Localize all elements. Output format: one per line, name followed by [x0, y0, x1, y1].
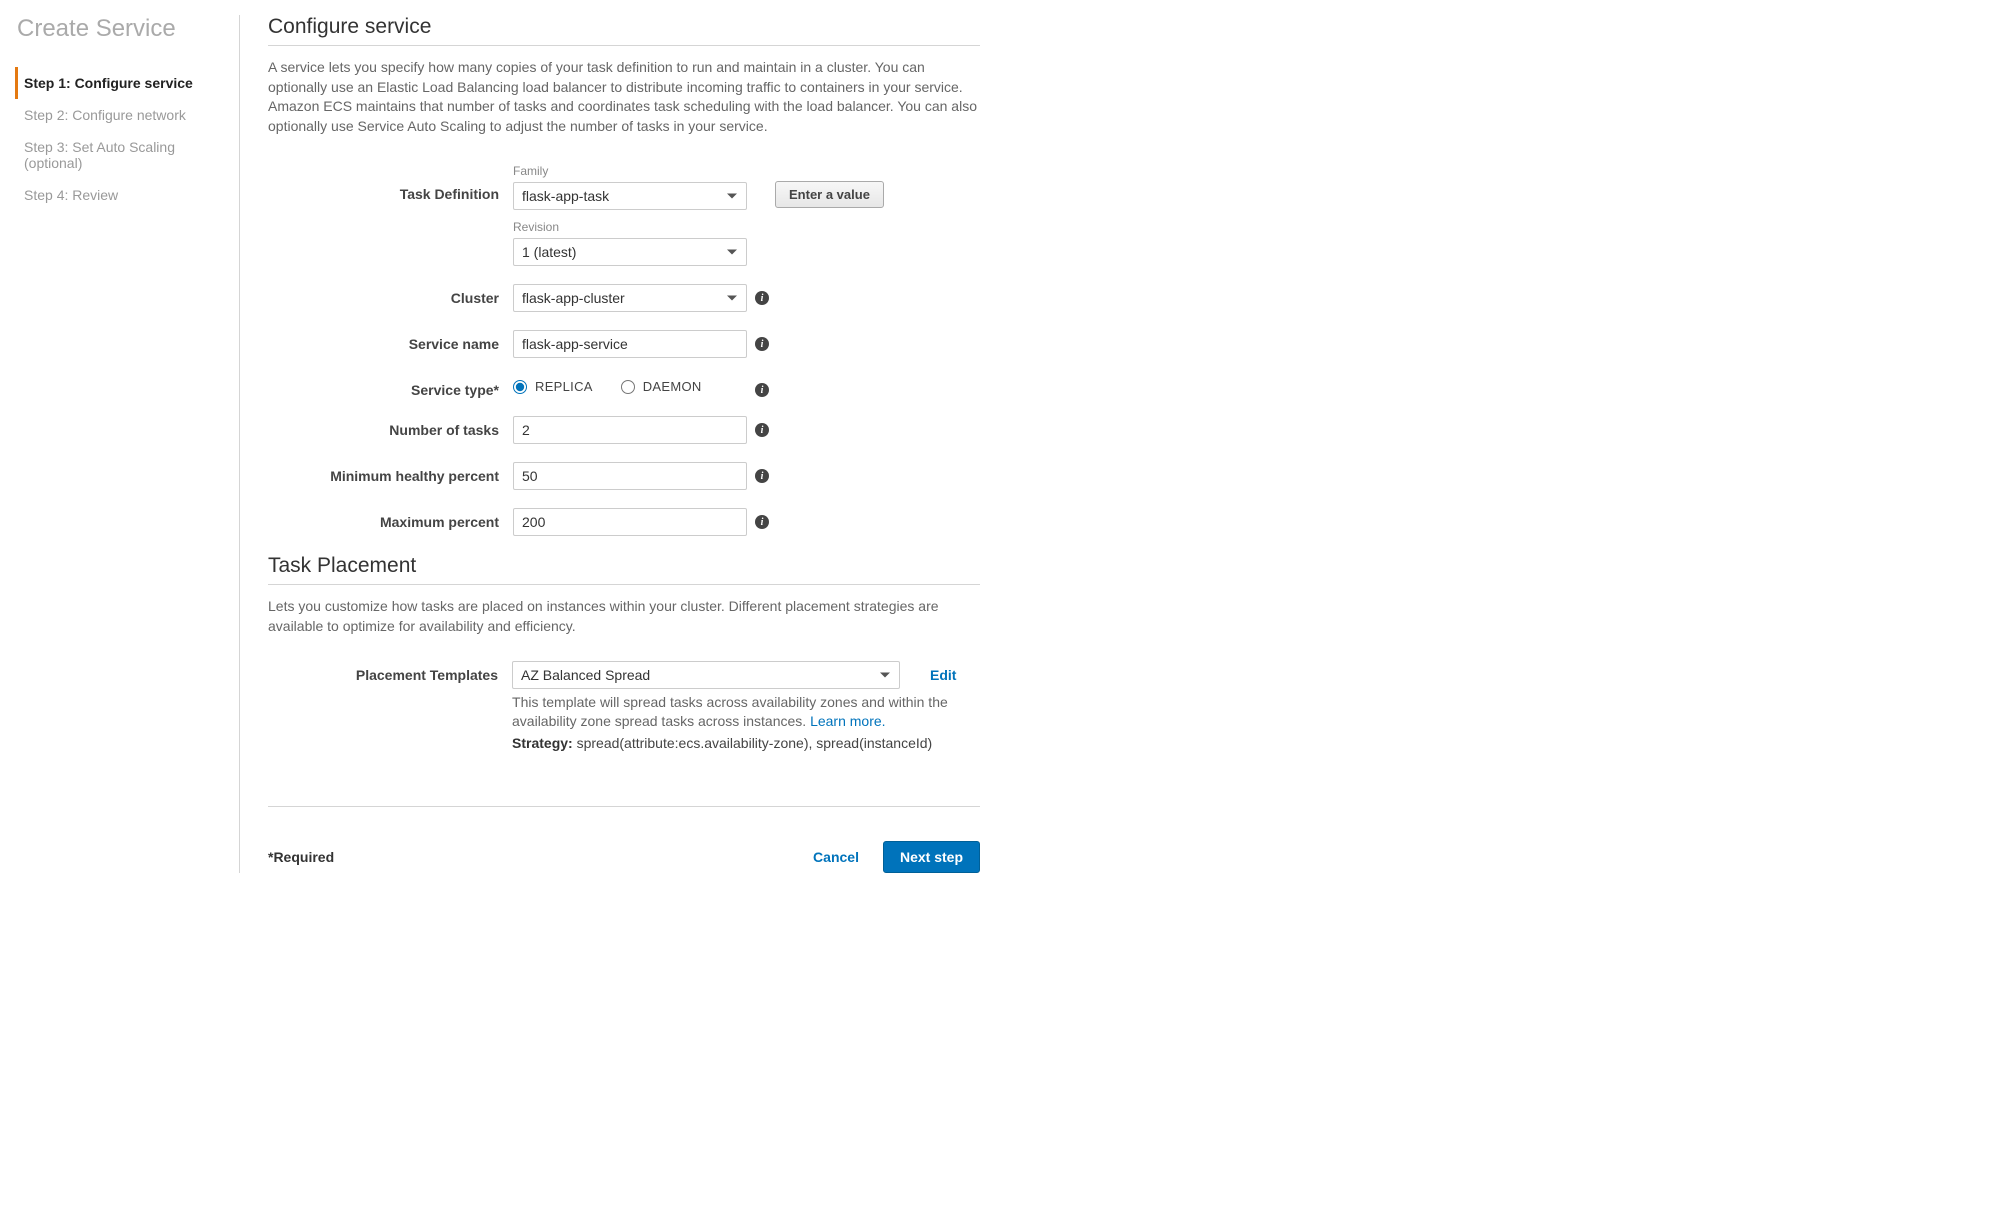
service-name-label: Service name	[268, 330, 513, 352]
service-type-label: Service type*	[268, 376, 513, 398]
required-note: *Required	[268, 849, 334, 865]
step-auto-scaling[interactable]: Step 3: Set Auto Scaling (optional)	[15, 131, 224, 179]
service-type-daemon[interactable]: DAEMON	[621, 379, 702, 394]
wizard-sidebar: Create Service Step 1: Configure service…	[15, 15, 240, 873]
min-healthy-input[interactable]	[513, 462, 747, 490]
info-icon[interactable]: i	[755, 337, 769, 351]
step-list: Step 1: Configure service Step 2: Config…	[15, 67, 224, 211]
number-of-tasks-label: Number of tasks	[268, 416, 513, 438]
service-name-input[interactable]	[513, 330, 747, 358]
family-select[interactable]	[513, 182, 747, 210]
daemon-radio[interactable]	[621, 380, 635, 394]
replica-label: REPLICA	[535, 379, 593, 394]
main-content: Configure service A service lets you spe…	[240, 15, 980, 873]
cancel-button[interactable]: Cancel	[813, 849, 859, 865]
placement-template-select[interactable]	[512, 661, 900, 689]
task-placement-title: Task Placement	[268, 554, 980, 585]
replica-radio[interactable]	[513, 380, 527, 394]
cluster-row: Cluster i	[268, 284, 980, 312]
service-name-row: Service name i	[268, 330, 980, 358]
info-icon[interactable]: i	[755, 423, 769, 437]
step-review[interactable]: Step 4: Review	[15, 179, 224, 211]
learn-more-link[interactable]: Learn more.	[810, 713, 885, 729]
number-of-tasks-input[interactable]	[513, 416, 747, 444]
task-placement-description: Lets you customize how tasks are placed …	[268, 597, 980, 636]
wizard-footer: *Required Cancel Next step	[268, 806, 980, 873]
configure-service-title: Configure service	[268, 15, 980, 46]
placement-templates-row: Placement Templates Edit This template w…	[268, 661, 980, 751]
service-type-replica[interactable]: REPLICA	[513, 379, 593, 394]
cluster-label: Cluster	[268, 284, 513, 306]
info-icon[interactable]: i	[755, 291, 769, 305]
family-sublabel: Family	[513, 164, 747, 178]
enter-value-button[interactable]: Enter a value	[775, 181, 884, 208]
cluster-select[interactable]	[513, 284, 747, 312]
next-step-button[interactable]: Next step	[883, 841, 980, 873]
task-definition-row: Task Definition Family Revision Enter a …	[268, 164, 980, 266]
max-percent-input[interactable]	[513, 508, 747, 536]
strategy-label: Strategy:	[512, 735, 573, 751]
strategy-line: Strategy: spread(attribute:ecs.availabil…	[512, 735, 980, 751]
info-icon[interactable]: i	[755, 383, 769, 397]
revision-sublabel: Revision	[513, 220, 747, 234]
placement-templates-label: Placement Templates	[268, 661, 512, 683]
info-icon[interactable]: i	[755, 515, 769, 529]
revision-select[interactable]	[513, 238, 747, 266]
number-of-tasks-row: Number of tasks i	[268, 416, 980, 444]
min-healthy-label: Minimum healthy percent	[268, 462, 513, 484]
strategy-value: spread(attribute:ecs.availability-zone),…	[573, 735, 933, 751]
info-icon[interactable]: i	[755, 469, 769, 483]
min-healthy-row: Minimum healthy percent i	[268, 462, 980, 490]
service-type-row: Service type* REPLICA DAEMON i	[268, 376, 980, 398]
daemon-label: DAEMON	[643, 379, 702, 394]
wizard-title: Create Service	[15, 15, 224, 43]
placement-template-description: This template will spread tasks across a…	[512, 693, 980, 732]
max-percent-row: Maximum percent i	[268, 508, 980, 536]
task-definition-label: Task Definition	[268, 164, 513, 202]
configure-service-description: A service lets you specify how many copi…	[268, 58, 980, 136]
edit-link[interactable]: Edit	[930, 667, 956, 683]
max-percent-label: Maximum percent	[268, 508, 513, 530]
step-configure-service[interactable]: Step 1: Configure service	[15, 67, 224, 99]
step-configure-network[interactable]: Step 2: Configure network	[15, 99, 224, 131]
